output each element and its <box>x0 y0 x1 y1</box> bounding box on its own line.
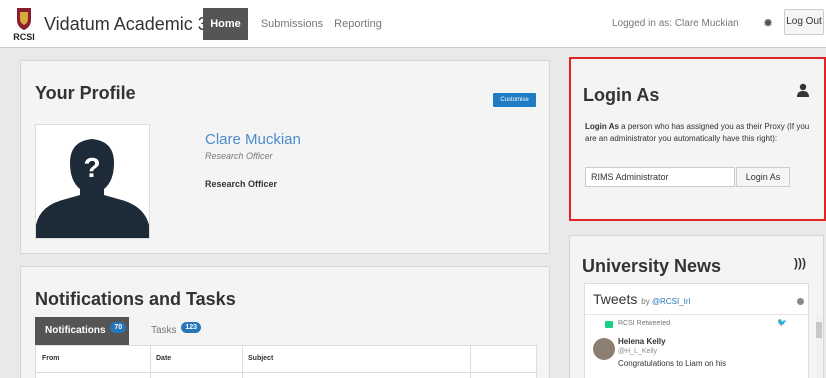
nav-tab-home[interactable]: Home <box>203 8 248 40</box>
login-as-title: Login As <box>583 85 660 105</box>
notifications-title: Notifications and Tasks <box>35 289 236 309</box>
tab-label: Tasks <box>151 325 177 336</box>
tweets-by-word: by <box>641 297 650 306</box>
column-divider <box>242 346 243 378</box>
tweets-header: Tweets by @RCSI_Irl <box>593 291 690 307</box>
table-row-divider <box>36 372 538 373</box>
tab-tasks[interactable]: Tasks 123 <box>151 317 202 345</box>
divider <box>585 314 810 315</box>
logged-in-text: Logged in as: Clare Muckian <box>612 18 739 29</box>
tweet-avatar[interactable] <box>593 338 615 360</box>
retweet-icon <box>605 321 613 328</box>
news-title: University News <box>582 256 722 276</box>
rss-icon[interactable]: ))) <box>794 256 806 270</box>
profile-name[interactable]: Clare Muckian <box>205 131 301 148</box>
column-divider <box>470 346 471 378</box>
customise-button[interactable]: Customise <box>493 93 536 107</box>
tweets-by: by @RCSI_Irl <box>641 297 690 306</box>
tweet-text: Congratulations to Liam on his <box>618 359 727 368</box>
tweet-author-name[interactable]: Helena Kelly <box>618 337 666 346</box>
info-icon[interactable] <box>797 298 804 305</box>
column-header-from[interactable]: From <box>42 355 60 362</box>
svg-text:RCSI: RCSI <box>13 32 35 42</box>
retweet-text: RCSI Retweeted <box>618 320 671 327</box>
profile-title: Your Profile <box>35 83 136 103</box>
app-brand[interactable]: Vidatum Academic 3.6 <box>44 14 223 35</box>
svg-text:?: ? <box>83 152 100 183</box>
profile-panel: Your Profile Customise ? Clare Muckian R… <box>20 60 550 254</box>
nav-tab-submissions[interactable]: Submissions <box>259 8 325 40</box>
tweets-label: Tweets <box>593 291 638 307</box>
login-as-desc-text: a person who has assigned you as their P… <box>585 122 810 143</box>
notifications-table: From Date Subject <box>35 345 538 378</box>
user-icon <box>797 83 809 97</box>
notifications-panel: Notifications and Tasks Notifications 70… <box>20 266 550 378</box>
avatar[interactable]: ? <box>35 124 150 239</box>
university-news-panel: University News ))) Tweets by @RCSI_Irl … <box>569 235 824 378</box>
tweet-author-handle[interactable]: @H_L_Kelly <box>618 348 657 355</box>
login-as-panel: Login As Login As a person who has assig… <box>569 57 826 221</box>
tab-label: Notifications <box>45 325 106 336</box>
nav-tab-reporting[interactable]: Reporting <box>334 8 382 40</box>
profile-role-italic: Research Officer <box>205 151 273 161</box>
twitter-timeline[interactable]: Tweets by @RCSI_Irl RCSI Retweeted 🐦 Hel… <box>584 283 822 378</box>
logout-button[interactable]: Log Out <box>784 9 824 35</box>
login-as-input[interactable] <box>585 167 735 187</box>
column-divider <box>150 346 151 378</box>
twitter-bird-icon[interactable]: 🐦 <box>777 318 787 327</box>
tweets-handle-link[interactable]: @RCSI_Irl <box>652 297 690 306</box>
column-header-date[interactable]: Date <box>156 355 171 362</box>
rcsi-logo[interactable]: RCSI <box>10 6 38 42</box>
profile-role: Research Officer <box>205 179 278 189</box>
login-as-bold: Login As <box>585 122 619 131</box>
tasks-count-badge: 123 <box>181 322 202 333</box>
top-navbar: RCSI Vidatum Academic 3.6 Home Submissio… <box>0 0 826 48</box>
login-as-button[interactable]: Login As <box>736 167 790 187</box>
login-as-description: Login As a person who has assigned you a… <box>585 121 813 145</box>
scrollbar-thumb[interactable] <box>816 322 822 338</box>
unknown-person-icon: ? <box>36 125 149 238</box>
column-header-subject[interactable]: Subject <box>248 355 273 362</box>
tab-notifications[interactable]: Notifications 70 <box>35 317 129 345</box>
gear-icon[interactable]: ✹ <box>763 16 773 30</box>
notifications-count-badge: 70 <box>110 322 127 333</box>
